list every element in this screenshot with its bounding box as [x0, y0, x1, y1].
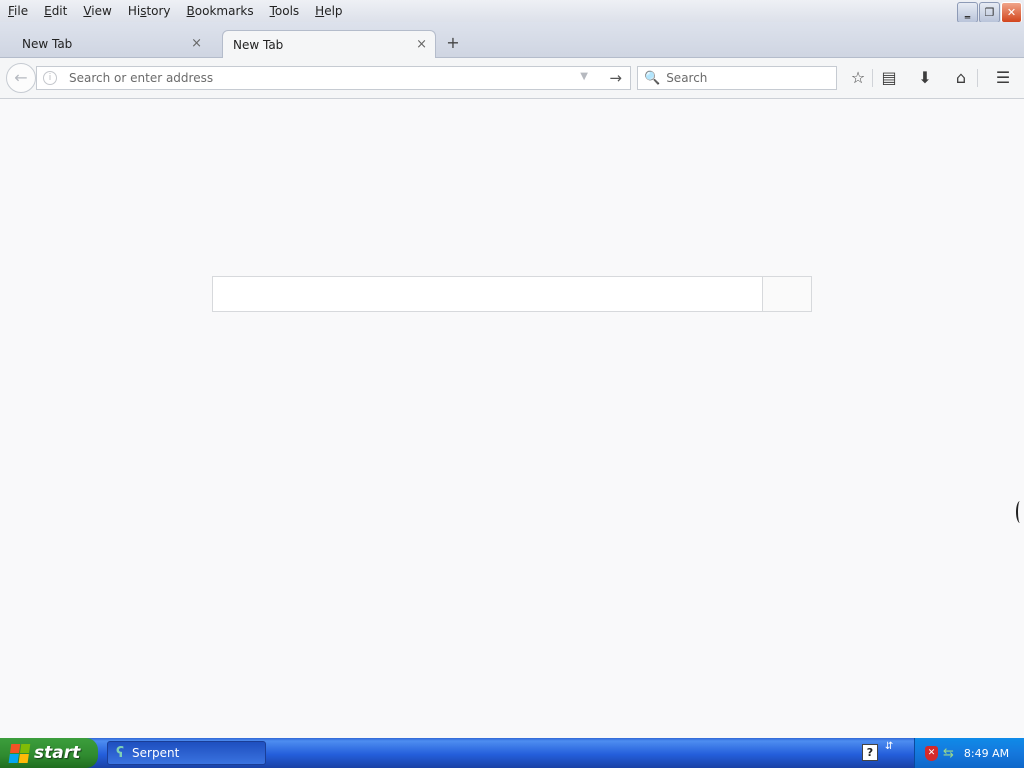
newtab-search-box — [212, 276, 812, 312]
hamburger-menu-icon[interactable]: ☰ — [993, 68, 1013, 88]
start-label: start — [34, 743, 81, 763]
bookmark-star-icon[interactable]: ☆ — [848, 68, 868, 88]
downloads-icon[interactable]: ⬇ — [915, 68, 935, 88]
language-tray-icon[interactable]: ⇵ — [885, 741, 893, 752]
browser-window: File Edit View History Bookmarks Tools H… — [0, 0, 1024, 768]
taskbar-app-label: Serpent — [132, 746, 180, 760]
menu-bookmarks[interactable]: Bookmarks — [179, 0, 262, 22]
menu-history[interactable]: History — [120, 0, 179, 22]
toolbar-divider — [977, 69, 978, 87]
search-input[interactable] — [666, 71, 827, 85]
newtab-search-input[interactable] — [213, 277, 762, 311]
taskbar-app-serpent[interactable]: ʕ Serpent — [107, 741, 266, 765]
window-controls: ‗ ❐ ✕ — [957, 2, 1022, 23]
tab-new-tab-2-active[interactable]: New Tab × — [222, 30, 436, 58]
menu-edit[interactable]: Edit — [36, 0, 75, 22]
home-icon[interactable]: ⌂ — [951, 68, 971, 88]
bookmarks-menu-icon[interactable]: ▤ — [879, 68, 899, 88]
menu-help[interactable]: Help — [307, 0, 350, 22]
clock[interactable]: 8:49 AM — [964, 747, 1009, 760]
address-bar[interactable]: i ▼ → — [36, 66, 631, 90]
mouse-cursor-icon — [1016, 501, 1024, 523]
network-icon[interactable]: ⇆ — [943, 746, 954, 761]
back-arrow-icon[interactable]: ← — [6, 63, 36, 93]
search-bar[interactable]: 🔍 — [637, 66, 837, 90]
menu-tools[interactable]: Tools — [262, 0, 308, 22]
system-tray: ✕ ⇆ 8:49 AM — [914, 738, 1024, 768]
go-arrow-icon[interactable]: → — [609, 69, 622, 87]
tab-label: New Tab — [22, 37, 73, 51]
url-input[interactable] — [69, 71, 569, 85]
minimize-icon: ‗ — [964, 6, 971, 19]
tab-strip: New Tab × New Tab × + — [0, 22, 1024, 58]
windows-logo-icon — [8, 744, 31, 763]
info-icon[interactable]: i — [43, 71, 57, 85]
new-tab-plus-icon[interactable]: + — [444, 34, 462, 52]
menu-view[interactable]: View — [75, 0, 119, 22]
tab-new-tab-1[interactable]: New Tab × — [0, 30, 210, 58]
newtab-search-submit-button[interactable] — [762, 277, 811, 311]
close-window-button[interactable]: ✕ — [1001, 2, 1022, 23]
menu-file[interactable]: File — [0, 0, 36, 22]
security-shield-icon[interactable]: ✕ — [925, 745, 938, 761]
close-icon: ✕ — [1006, 6, 1017, 19]
minimize-button[interactable]: ‗ — [957, 2, 978, 23]
restore-icon: ❐ — [984, 6, 995, 19]
serpent-app-icon: ʕ — [116, 745, 125, 761]
new-tab-page — [0, 99, 1024, 738]
menu-bar: File Edit View History Bookmarks Tools H… — [0, 0, 1024, 23]
taskbar: start ʕ Serpent ? ⇵ ✕ ⇆ 8:49 AM — [0, 738, 1024, 768]
help-tray-icon[interactable]: ? — [862, 744, 878, 761]
tab-close-icon[interactable]: × — [416, 37, 427, 52]
toolbar-divider — [872, 69, 873, 87]
tab-label: New Tab — [233, 37, 284, 52]
start-button[interactable]: start — [0, 738, 98, 768]
history-dropdown-icon[interactable]: ▼ — [580, 71, 588, 82]
restore-button[interactable]: ❐ — [979, 2, 1000, 23]
navigation-toolbar: ← i ▼ → 🔍 ☆ ▤ ⬇ ⌂ ☰ — [0, 58, 1024, 99]
tab-close-icon[interactable]: × — [191, 36, 202, 51]
search-icon[interactable]: 🔍 — [644, 71, 660, 86]
